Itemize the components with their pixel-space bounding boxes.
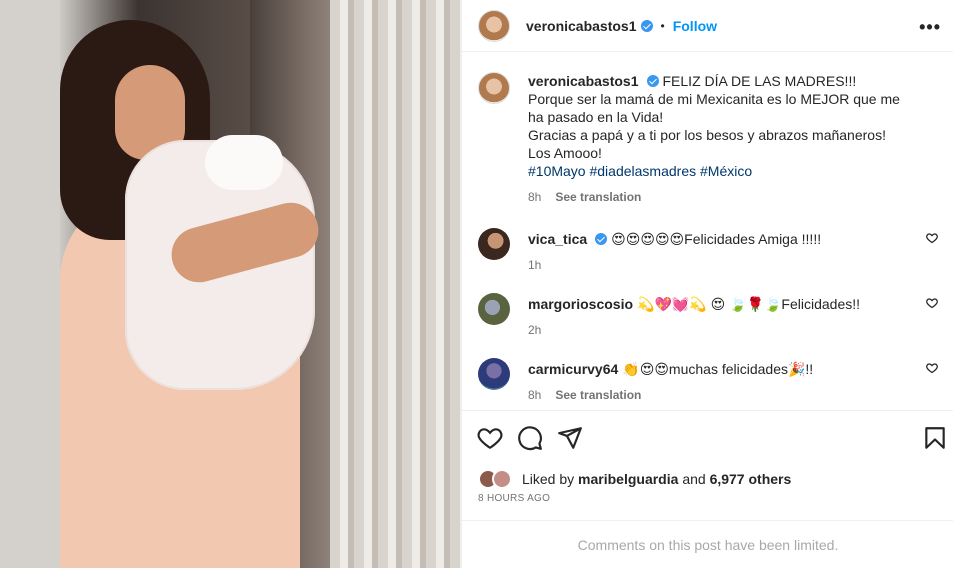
caption-hashtags[interactable]: #10Mayo #diadelasmadres #México [528,163,752,179]
photo-baby-bonnet [205,135,283,190]
caption-time: 8h [528,190,542,204]
comment-body: 👏😍😍muchas felicidades🎉!! [622,361,814,377]
comments-limited-notice: Comments on this post have been limited. [462,520,953,568]
verified-badge-icon [595,233,608,245]
post-timestamp: 8 HOURS AGO [478,493,551,504]
comment-meta: 1h [528,256,908,274]
post-header: veronicabastos1 • Follow ••• [462,0,953,52]
commenter-avatar[interactable] [478,293,510,325]
like-comment-heart-icon[interactable] [926,297,938,309]
caption-line-3: Gracias a papá y a ti por los besos y ab… [528,127,886,161]
comment-text: margorioscosio 💫💖💓💫 😍 🍃🌹🍃Felicidades!! 2h [528,295,908,339]
comment-body: 💫💖💓💫 😍 🍃🌹🍃Felicidades!! [637,296,861,312]
caption-line-1: FELIZ DÍA DE LAS MADRES!!! [662,73,857,89]
comment-meta: 8h See translation [528,386,908,404]
author-username[interactable]: veronicabastos1 [526,18,637,34]
liker-username[interactable]: maribelguardia [578,471,678,487]
comment-bubble-icon[interactable] [517,425,543,451]
like-comment-heart-icon[interactable] [926,232,938,244]
likes-summary: Liked by maribelguardia and 6,977 others [478,469,791,489]
liked-by-and: and [682,471,706,487]
commenter-username[interactable]: carmicurvy64 [528,361,618,377]
save-bookmark-icon[interactable] [922,425,948,451]
like-heart-icon[interactable] [477,425,503,451]
comment-text: vica_tica 😍😍😍😍😍Felicidades Amiga !!!!! 1h [528,230,908,274]
commenter-username[interactable]: vica_tica [528,231,587,247]
post-side-panel: veronicabastos1 • Follow ••• veronicabas… [461,0,953,568]
caption-line-2: Porque ser la mamá de mi Mexicanita es l… [528,91,900,125]
see-translation-button[interactable]: See translation [555,388,641,402]
more-options-icon[interactable]: ••• [919,17,941,38]
see-translation-button[interactable]: See translation [555,190,641,204]
commenter-avatar[interactable] [478,228,510,260]
author-avatar[interactable] [478,9,510,42]
comment-time: 1h [528,258,542,272]
share-paper-plane-icon[interactable] [557,425,583,451]
liked-by-prefix: Liked by [522,471,575,487]
caption-username[interactable]: veronicabastos1 [528,73,639,89]
commenter-username[interactable]: margorioscosio [528,296,633,312]
comments-area: veronicabastos1 FELIZ DÍA DE LAS MADRES!!… [462,52,953,410]
verified-badge-icon [646,75,659,87]
separator-dot: • [660,18,665,33]
comment-time: 8h [528,388,542,402]
comment-body: 😍😍😍😍😍Felicidades Amiga !!!!! [611,231,822,247]
post-photo[interactable] [0,0,461,568]
photo-wall [0,0,60,568]
commenter-avatar[interactable] [478,358,510,390]
follow-button[interactable]: Follow [673,18,717,34]
caption-meta: 8h See translation [528,188,908,206]
photo-curtain [330,0,461,568]
author-avatar[interactable] [478,72,510,104]
comment-text: carmicurvy64 👏😍😍muchas felicidades🎉!! 8h S… [528,360,908,404]
comment-meta: 2h [528,321,908,339]
liker-avatar [492,469,512,489]
post-actions: Liked by maribelguardia and 6,977 others… [462,410,953,520]
caption-text: veronicabastos1 FELIZ DÍA DE LAS MADRES!!… [528,72,908,206]
verified-badge-icon [640,19,653,32]
comment-time: 2h [528,323,542,337]
like-comment-heart-icon[interactable] [926,362,938,374]
likes-count[interactable]: 6,977 others [710,471,792,487]
liker-avatars[interactable] [478,469,516,489]
